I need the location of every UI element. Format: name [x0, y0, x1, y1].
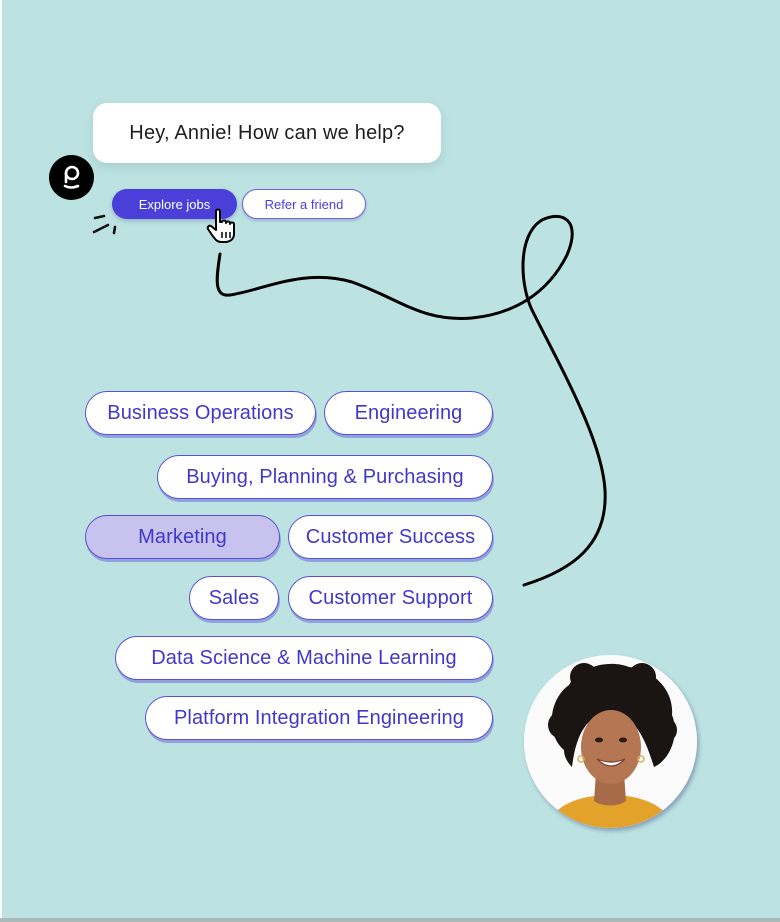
explore-jobs-label: Explore jobs: [138, 196, 211, 212]
page-canvas: Hey, Annie! How can we help? Explore job…: [2, 0, 780, 918]
category-pill-sales[interactable]: Sales: [189, 576, 279, 620]
person-photo: [524, 655, 697, 828]
category-pill-business-operations[interactable]: Business Operations: [85, 391, 316, 435]
category-label: Sales: [208, 586, 260, 609]
avatar: [524, 655, 697, 828]
category-label: Data Science & Machine Learning: [151, 646, 457, 669]
category-label: Business Operations: [107, 401, 294, 424]
category-pill-platform-integration-engineering[interactable]: Platform Integration Engineering: [145, 696, 493, 740]
category-label: Customer Success: [305, 525, 476, 548]
bottom-edge: [0, 918, 780, 922]
category-pill-data-science-ml[interactable]: Data Science & Machine Learning: [115, 636, 493, 680]
category-label: Buying, Planning & Purchasing: [186, 465, 464, 488]
category-label: Marketing: [138, 525, 227, 548]
category-pill-customer-support[interactable]: Customer Support: [288, 576, 493, 620]
category-pill-buying-planning-purchasing[interactable]: Buying, Planning & Purchasing: [157, 455, 493, 499]
p-logo-icon: [49, 155, 94, 200]
category-pill-marketing[interactable]: Marketing: [85, 515, 280, 559]
chat-bubble: Hey, Annie! How can we help?: [93, 103, 441, 163]
hand-pointer-icon: [206, 208, 235, 243]
category-label: Customer Support: [308, 586, 473, 609]
category-label: Engineering: [354, 401, 463, 424]
refer-a-friend-button[interactable]: Refer a friend: [242, 189, 366, 219]
category-pill-customer-success[interactable]: Customer Success: [288, 515, 493, 559]
category-label: Platform Integration Engineering: [173, 706, 465, 729]
category-pill-engineering[interactable]: Engineering: [324, 391, 493, 435]
greeting-text: Hey, Annie! How can we help?: [129, 121, 405, 144]
refer-a-friend-label: Refer a friend: [264, 196, 344, 212]
